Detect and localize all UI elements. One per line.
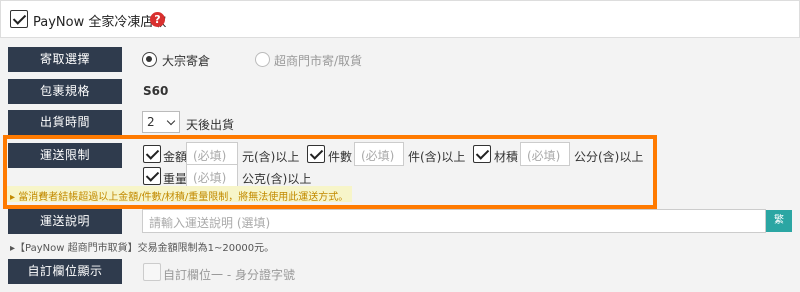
shipping-method-title: PayNow 全家冷凍店取 xyxy=(33,15,167,30)
traditional-chinese-button[interactable]: 繁 xyxy=(766,210,792,232)
package-value: S60 xyxy=(143,84,169,98)
count-label: 件數 xyxy=(328,150,353,164)
amount-checkbox[interactable] xyxy=(143,145,161,163)
custom-field-option: 自訂欄位一 - 身分證字號 xyxy=(163,268,295,282)
count-input[interactable]: (必填) xyxy=(354,142,404,166)
radio-store[interactable] xyxy=(255,52,270,67)
ship-time-suffix: 天後出貨 xyxy=(186,118,235,132)
amount-unit: 元(含)以上 xyxy=(242,150,300,164)
limits-note: ▸ 當消費者結帳超過以上金額/件數/材積/重量限制，將無法使用此運送方式。 xyxy=(6,186,353,203)
shipping-method-header: PayNow 全家冷凍店取 ? xyxy=(0,0,800,38)
chevron-down-icon xyxy=(166,116,176,126)
weight-checkbox[interactable] xyxy=(143,167,161,185)
size-label: 材積 xyxy=(494,150,519,164)
count-checkbox[interactable] xyxy=(307,145,325,163)
weight-label: 重量 xyxy=(163,172,188,186)
package-label: 包裹規格 xyxy=(8,79,122,104)
amount-input[interactable]: (必填) xyxy=(186,142,238,166)
limits-label: 運送限制 xyxy=(8,143,122,168)
ship-days-select[interactable]: 2 xyxy=(142,111,180,133)
radio-bulk[interactable] xyxy=(142,52,157,67)
custom-field-label: 自訂欄位顯示 xyxy=(8,259,122,284)
help-icon[interactable]: ? xyxy=(150,12,165,27)
weight-input[interactable]: (必填) xyxy=(186,164,238,188)
ship-time-label: 出貨時間 xyxy=(8,110,122,135)
custom-field-checkbox[interactable] xyxy=(143,263,161,281)
amount-label: 金額 xyxy=(163,150,188,164)
description-label: 運送說明 xyxy=(8,209,122,234)
size-checkbox[interactable] xyxy=(473,145,491,163)
enable-shipping-checkbox[interactable] xyxy=(10,10,28,28)
radio-bulk-label: 大宗寄倉 xyxy=(162,54,211,68)
size-unit: 公分(含)以上 xyxy=(574,150,644,164)
pickup-label: 寄取選擇 xyxy=(8,47,122,72)
ship-days-value: 2 xyxy=(147,115,155,129)
radio-store-label: 超商門市寄/取貨 xyxy=(274,54,363,68)
count-unit: 件(含)以上 xyxy=(408,150,466,164)
description-input[interactable]: 請輸入運送說明 (選填) xyxy=(142,209,766,233)
footnote: ▸【PayNow 超商門市取貨】交易金額限制為1~20000元。 xyxy=(10,243,275,254)
weight-unit: 公克(含)以上 xyxy=(242,172,312,186)
size-input[interactable]: (必填) xyxy=(520,142,570,166)
